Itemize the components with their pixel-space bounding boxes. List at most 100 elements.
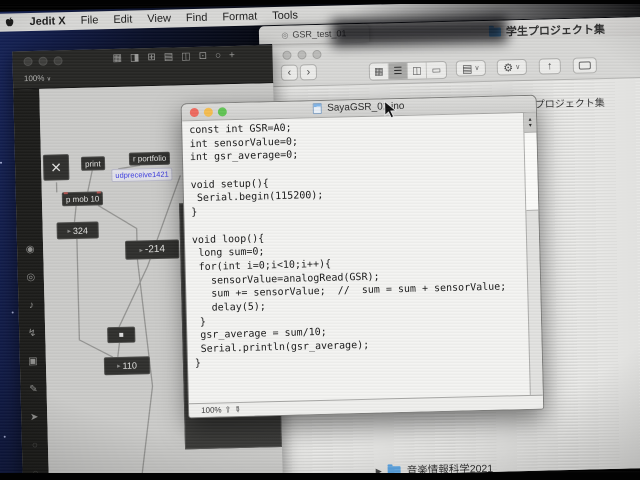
object-text: udpreceive1421: [115, 169, 169, 180]
group-menu-button[interactable]: ▤ ∨: [455, 59, 487, 77]
plus-icon[interactable]: +: [229, 50, 235, 61]
patcher-toolbar-icons: ▦ ◨ ⊞ ▤ ◫ ⊡ ○ +: [112, 50, 235, 64]
pencil-icon: ✎: [232, 403, 244, 416]
share-icon: ↑: [546, 60, 553, 73]
inlet-dot: [97, 191, 102, 194]
numbox-triangle-icon: ▸: [139, 246, 144, 254]
subpatch-object[interactable]: p mob 10: [61, 191, 104, 207]
photo-frame: Jedit X File Edit View Find Format Tools…: [0, 0, 640, 480]
message-icon[interactable]: ▤: [164, 52, 174, 63]
menu-app-name[interactable]: Jedit X: [29, 15, 65, 28]
gear-icon: ⚙: [503, 61, 514, 74]
number-box[interactable]: ▸ -214: [124, 239, 180, 260]
scroll-down-icon[interactable]: ▼: [528, 122, 533, 128]
document-icon: [313, 102, 323, 115]
menu-edit[interactable]: Edit: [113, 14, 132, 26]
tag-icon: [578, 61, 591, 70]
close-button[interactable]: [23, 56, 33, 67]
desktop-star: [0, 161, 3, 164]
forward-icon: ›: [306, 66, 311, 79]
scrollbar-thumb[interactable]: [524, 132, 539, 211]
sphere-icon[interactable]: ◉: [26, 244, 35, 255]
list-view-button[interactable]: ☰: [388, 62, 409, 80]
add-object-icon[interactable]: ⊞: [147, 52, 156, 63]
numbox-triangle-icon: ▸: [67, 227, 72, 235]
code-editor[interactable]: const int GSR=A0; int sensorValue=0; int…: [189, 116, 528, 402]
patcher-zoom-control[interactable]: 100% ∨: [24, 74, 52, 83]
tags-button[interactable]: [572, 57, 598, 74]
editor-window: SayaGSR_01.ino ▲ ▼ const int GSR=A0; int…: [180, 94, 545, 419]
comment-icon[interactable]: ◫: [181, 51, 191, 62]
icon-view-icon: ▦: [374, 65, 384, 78]
panel-icon[interactable]: ⊡: [199, 51, 208, 62]
toggle-x-icon: ×: [50, 156, 62, 178]
group-icon: ▤: [461, 62, 473, 75]
mouse-cursor: [384, 100, 398, 124]
number-value: 110: [122, 360, 138, 371]
gallery-view-icon: ▭: [431, 64, 442, 76]
signal-icon[interactable]: ↯: [28, 328, 37, 339]
menu-file[interactable]: File: [81, 14, 99, 26]
chevron-down-icon: ∨: [515, 64, 521, 72]
desktop-star: [3, 435, 6, 438]
forward-button[interactable]: ›: [299, 64, 318, 81]
scroll-arrows[interactable]: ▲ ▼: [523, 112, 537, 133]
view-switcher: ▦ ☰ ◫ ▭: [368, 60, 448, 81]
minimize-button[interactable]: [297, 50, 307, 60]
object-text: p mob 10: [65, 193, 100, 204]
object-text: print: [84, 158, 101, 169]
background-window-title: GSR_test_01: [292, 28, 347, 40]
column-view-button[interactable]: ◫: [407, 62, 428, 79]
menu-tools[interactable]: Tools: [272, 9, 298, 22]
finder-toolbar: ‹ › ▦ ☰ ◫ ▭ ▤ ∨ ⚙ ∨ ↑: [272, 36, 640, 88]
receive-object[interactable]: r portfolio: [128, 151, 171, 166]
share-button[interactable]: ↑: [538, 58, 562, 75]
grid-icon[interactable]: ▦: [112, 53, 122, 64]
menu-find[interactable]: Find: [186, 12, 208, 25]
action-menu-button[interactable]: ⚙ ∨: [496, 58, 528, 76]
zoom-button[interactable]: [312, 49, 322, 60]
column-view-icon: ◫: [412, 64, 422, 77]
edit-icon[interactable]: ✎: [29, 384, 38, 395]
number-box[interactable]: ▸ 110: [103, 356, 151, 376]
apple-icon[interactable]: [4, 16, 14, 28]
patcher-window-controls: [23, 56, 63, 67]
menu-format[interactable]: Format: [222, 10, 257, 23]
chevron-down-icon: ∨: [46, 76, 52, 83]
dot-icon: [119, 332, 124, 337]
desktop-star: [11, 311, 14, 314]
udpreceive-object[interactable]: udpreceive1421: [111, 167, 173, 183]
sync-icon: ⇧: [224, 405, 232, 415]
inlet-dot: [63, 192, 68, 195]
photo-bottom-edge: [0, 473, 640, 480]
icon-view-button[interactable]: ▦: [369, 63, 390, 80]
number-value: -214: [144, 243, 166, 256]
proxy-icon: ◎: [281, 30, 289, 40]
folder-icon: [488, 27, 502, 37]
menu-view[interactable]: View: [147, 13, 171, 26]
object-icon[interactable]: ◨: [130, 52, 140, 63]
number-box[interactable]: ▸ 324: [56, 221, 99, 240]
small-object[interactable]: [107, 326, 136, 344]
list-view-icon: ☰: [393, 65, 403, 77]
circle-icon[interactable]: ○: [215, 50, 221, 61]
dim-circle-icon[interactable]: ○: [32, 440, 38, 451]
print-object[interactable]: print: [80, 156, 105, 171]
gallery-view-button[interactable]: ▭: [426, 61, 447, 79]
zoom-button[interactable]: [53, 56, 63, 66]
back-button[interactable]: ‹: [280, 64, 299, 81]
number-value: 324: [72, 225, 89, 236]
minimize-button[interactable]: [38, 56, 48, 66]
back-icon: ‹: [287, 66, 292, 79]
audio-icon[interactable]: ♪: [29, 300, 34, 311]
toggle-object[interactable]: ×: [42, 154, 70, 181]
close-button[interactable]: [282, 50, 292, 60]
cursor-icon[interactable]: ➤: [30, 412, 39, 423]
status-zoom-level[interactable]: 100%: [201, 405, 222, 414]
screen: Jedit X File Edit View Find Format Tools…: [0, 0, 640, 480]
target-icon[interactable]: ◎: [26, 272, 35, 283]
object-text: r portfolio: [132, 153, 167, 164]
background-window-titlebar[interactable]: ◎ GSR_test_01: [258, 23, 370, 45]
patcher-toolbar: ▦ ◨ ⊞ ▤ ◫ ⊡ ○ + 100% ∨: [12, 45, 274, 90]
image-icon[interactable]: ▣: [28, 356, 38, 367]
